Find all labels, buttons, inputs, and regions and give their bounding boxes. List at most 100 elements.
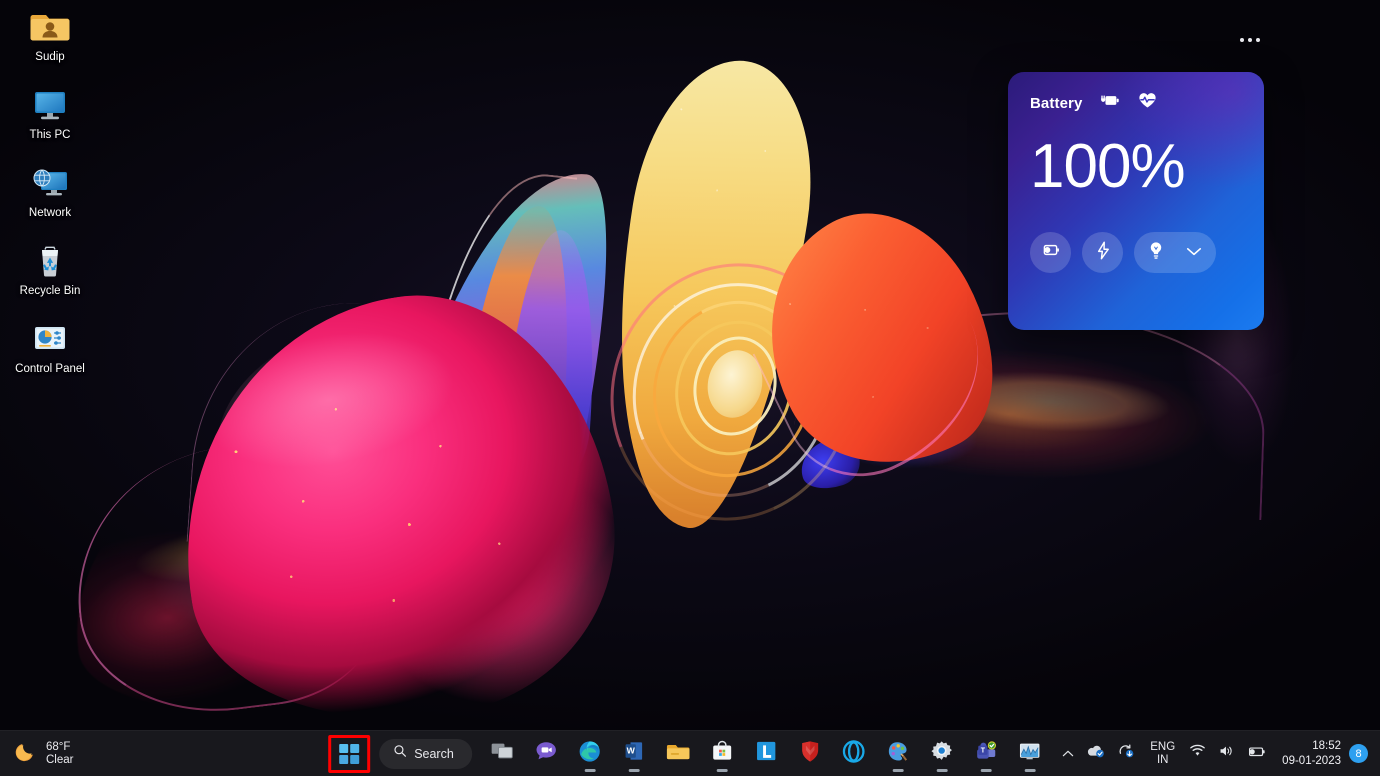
battery-widget-actions: [1008, 198, 1264, 273]
mcafee-shield-icon: [799, 740, 821, 768]
microsoft-edge-icon: [578, 740, 601, 768]
ellipsis-dot: [1240, 38, 1244, 42]
crescent-moon-icon: [14, 739, 38, 768]
tray-onedrive-button[interactable]: [1080, 737, 1111, 771]
tray-clock[interactable]: 18:52 09-01-2023: [1272, 739, 1349, 769]
microsoft-word-icon: W: [623, 740, 645, 767]
charge-boost-button[interactable]: [1082, 232, 1123, 273]
start-button[interactable]: [328, 734, 371, 773]
tray-language-button[interactable]: ENG IN: [1142, 741, 1183, 767]
tray-wifi-button[interactable]: [1183, 737, 1212, 771]
microsoft-store-icon: [711, 740, 733, 767]
desktop-icon-network[interactable]: Network: [4, 156, 96, 224]
network-icon: [28, 162, 72, 202]
task-manager-chart-icon: [1018, 741, 1041, 766]
recycle-bin-icon: [28, 240, 72, 280]
taskbar-app-mcafee[interactable]: [790, 734, 830, 774]
battery-saver-icon: [1040, 243, 1061, 262]
heart-pulse-icon: [1138, 92, 1157, 114]
taskbar-app-microsoft-store[interactable]: [702, 734, 742, 774]
battery-saver-button[interactable]: [1030, 232, 1071, 273]
search-button[interactable]: Search: [379, 738, 472, 769]
weather-text: 68°F Clear: [46, 741, 73, 767]
ellipsis-dot: [1248, 38, 1252, 42]
desktop-icon-label: Control Panel: [15, 363, 85, 375]
weather-temperature: 68°F: [46, 740, 71, 753]
lightning-bolt-icon: [1096, 241, 1110, 265]
desktop-icon-sudip[interactable]: Sudip: [4, 0, 96, 68]
desktop-icon-this-pc[interactable]: This PC: [4, 78, 96, 146]
widget-more-options-button[interactable]: [1236, 34, 1264, 46]
taskbar-app-microsoft-word[interactable]: W: [614, 734, 654, 774]
this-pc-icon: [28, 84, 72, 124]
task-view-icon: [490, 740, 514, 767]
running-indicator: [980, 769, 992, 772]
opera-icon: [842, 739, 865, 768]
desktop-screen: Sudip This PC Network Recycle Bin Contro…: [0, 0, 1380, 776]
system-tray: ENG IN 18:52 09-01-2023 8: [1056, 731, 1374, 776]
taskbar: 68°F Clear Search W T ENG IN 18:52 09-01…: [0, 730, 1380, 776]
taskbar-app-paint[interactable]: [878, 734, 918, 774]
chat-icon: [534, 740, 558, 767]
battery-plug-icon: [1100, 93, 1120, 113]
notification-badge[interactable]: 8: [1349, 744, 1368, 763]
tray-battery-button[interactable]: [1241, 737, 1272, 771]
taskbar-app-task-view[interactable]: [482, 734, 522, 774]
taskbar-app-chat[interactable]: [526, 734, 566, 774]
settings-gear-icon: [930, 740, 953, 768]
taskbar-center-cluster: Search W T: [328, 731, 1052, 776]
paint-palette-icon: [886, 740, 909, 768]
file-explorer-icon: [666, 741, 690, 767]
taskbar-app-file-explorer[interactable]: [658, 734, 698, 774]
control-panel-icon: [28, 318, 72, 358]
chevron-down-icon[interactable]: [1186, 244, 1202, 262]
tray-overflow-button[interactable]: [1056, 737, 1080, 771]
running-indicator: [584, 769, 596, 772]
desktop-icon-recycle-bin[interactable]: Recycle Bin: [4, 234, 96, 302]
taskbar-app-opera[interactable]: [834, 734, 874, 774]
taskbar-app-microsoft-edge[interactable]: [570, 734, 610, 774]
svg-text:W: W: [626, 746, 635, 756]
battery-widget[interactable]: Battery 100%: [1008, 72, 1264, 330]
taskbar-app-linkedin[interactable]: [746, 734, 786, 774]
lightbulb-icon: [1148, 241, 1164, 265]
ellipsis-dot: [1256, 38, 1260, 42]
svg-text:T: T: [981, 747, 986, 754]
chevron-up-icon: [1062, 745, 1074, 763]
windows-logo-icon: [339, 743, 360, 764]
linkedin-icon: [755, 740, 777, 767]
taskbar-app-microsoft-teams[interactable]: T: [966, 734, 1006, 774]
search-icon: [393, 744, 407, 763]
microsoft-teams-icon: T: [974, 740, 997, 768]
taskbar-weather-widget[interactable]: 68°F Clear: [0, 735, 83, 773]
running-indicator: [716, 769, 728, 772]
onedrive-icon: [1086, 744, 1105, 763]
desktop-icon-label: Network: [28, 207, 72, 219]
language-secondary: IN: [1156, 753, 1169, 766]
running-indicator: [892, 769, 904, 772]
taskbar-app-settings[interactable]: [922, 734, 962, 774]
battery-percentage: 100%: [1030, 132, 1186, 201]
desktop-icon-label: Recycle Bin: [19, 285, 81, 297]
user-folder-icon: [28, 6, 72, 46]
battery-widget-header: Battery: [1008, 72, 1264, 114]
desktop-icon-label: This PC: [29, 129, 71, 141]
desktop-icon-list: Sudip This PC Network Recycle Bin Contro…: [0, 0, 120, 390]
tray-volume-button[interactable]: [1212, 737, 1241, 771]
running-indicator: [1024, 769, 1036, 772]
taskbar-app-task-manager[interactable]: [1010, 734, 1050, 774]
clock-date: 09-01-2023: [1282, 754, 1341, 767]
language-primary: ENG: [1150, 740, 1176, 753]
battery-widget-title: Battery: [1030, 94, 1083, 112]
sync-update-icon: [1117, 743, 1136, 764]
desktop-icon-label: Sudip: [35, 51, 65, 63]
desktop-icon-control-panel[interactable]: Control Panel: [4, 312, 96, 380]
battery-icon: [1247, 745, 1266, 763]
clock-time: 18:52: [1312, 739, 1341, 752]
running-indicator: [936, 769, 948, 772]
tray-sync-update-button[interactable]: [1111, 737, 1142, 771]
brightness-control[interactable]: [1134, 232, 1216, 273]
running-indicator: [628, 769, 640, 772]
speaker-icon: [1218, 744, 1235, 763]
weather-condition: Clear: [46, 753, 74, 766]
